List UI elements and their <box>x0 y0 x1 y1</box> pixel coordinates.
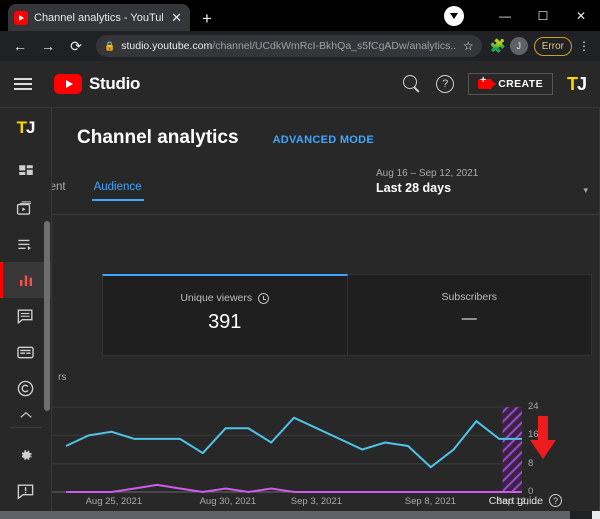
extensions-icon[interactable]: 🧩 <box>490 38 506 54</box>
tab-engagement[interactable]: ment <box>52 177 68 201</box>
address-bar[interactable]: 🔒 studio.youtube.com/channel/UCdkWmRcI-B… <box>96 35 482 57</box>
camera-plus-icon <box>478 76 497 89</box>
analytics-icon <box>19 275 32 286</box>
help-icon[interactable]: ? <box>436 75 455 93</box>
gear-icon <box>21 449 32 460</box>
sidebar-avatar-initial-2: J <box>25 118 36 137</box>
chart-plot-area[interactable] <box>52 396 600 496</box>
incomplete-data-region <box>502 407 522 492</box>
metric-label-text: Subscribers <box>441 291 497 303</box>
account-avatar[interactable]: J <box>509 37 528 55</box>
metric-card-value: 391 <box>208 311 242 333</box>
metric-card-subscribers[interactable]: Subscribers — <box>347 274 592 356</box>
sidebar-avatar-initial-1: T <box>16 118 27 137</box>
avatar-initial-1: T <box>566 73 578 94</box>
close-icon[interactable]: ✕ <box>169 11 184 24</box>
dashboard-icon <box>18 165 33 175</box>
sidebar-divider <box>9 427 42 428</box>
studio-header-actions: ? CREATE TJ <box>403 73 587 95</box>
metric-card-label: Subscribers <box>442 291 497 303</box>
error-badge[interactable]: Error <box>533 36 572 56</box>
chart-series-subscribers <box>66 483 522 494</box>
profile-chip-icon[interactable] <box>444 5 464 26</box>
metric-card-value: — <box>461 310 477 327</box>
help-icon[interactable]: ? <box>549 494 562 507</box>
metric-cards: Unique viewers 391 Subscribers — <box>102 274 592 356</box>
minimize-button[interactable]: — <box>486 0 524 31</box>
sidebar-item-settings[interactable] <box>0 437 52 473</box>
url-domain: studio.youtube.com <box>121 40 213 52</box>
url-text: studio.youtube.com/channel/UCdkWmRcI-Bkh… <box>121 40 457 52</box>
playlist-icon <box>18 239 32 250</box>
analytics-content: Channel analytics ADVANCED MODE ment Aud… <box>52 108 600 519</box>
chart-series-label: rs <box>58 372 67 383</box>
maximize-button[interactable]: ☐ <box>524 0 562 31</box>
avatar-initial-2: J <box>576 73 587 94</box>
analytics-tabs: ment Audience <box>52 177 368 215</box>
browser-menu-icon[interactable]: ⋮ <box>576 39 592 53</box>
metric-card-unique-viewers[interactable]: Unique viewers 391 <box>102 274 348 356</box>
back-button[interactable]: ← <box>8 34 32 58</box>
metric-card-label: Unique viewers <box>180 292 270 304</box>
studio-logo-text: Studio <box>89 74 141 93</box>
date-range-picker[interactable]: Aug 16 – Sep 12, 2021 Last 28 days ▾ <box>376 168 588 195</box>
date-range-label: Last 28 days <box>376 181 452 195</box>
x-axis-tick: Sep 8, 2021 <box>404 496 457 507</box>
avatar[interactable]: TJ <box>566 73 587 95</box>
browser-tab[interactable]: Channel analytics - YouTube Stud ✕ <box>8 4 190 31</box>
x-axis-tick: Aug 30, 2021 <box>199 496 257 507</box>
comment-icon <box>17 308 33 324</box>
advanced-mode-link[interactable]: ADVANCED MODE <box>273 134 374 146</box>
chevron-up-icon <box>19 411 32 418</box>
browser-toolbar: ← → ⟳ 🔒 studio.youtube.com/channel/UCdkW… <box>0 31 600 61</box>
y-axis-tick: 24 <box>528 401 539 413</box>
sidebar-item-dashboard[interactable] <box>0 154 52 190</box>
chevron-down-icon[interactable]: ▾ <box>583 185 588 196</box>
clock-icon <box>258 292 270 304</box>
copyright-icon <box>17 380 34 396</box>
bookmark-star-icon[interactable]: ☆ <box>463 39 474 53</box>
studio-logo[interactable]: Studio <box>54 74 140 94</box>
lock-icon: 🔒 <box>104 40 116 51</box>
metric-label-text: Unique viewers <box>180 292 253 304</box>
subtitles-icon <box>17 346 34 358</box>
page-scrollbar[interactable] <box>44 221 50 411</box>
x-axis-tick: Sep 3, 2021 <box>290 496 343 507</box>
create-button[interactable]: CREATE <box>468 73 553 95</box>
window-controls: — ☐ ✕ <box>444 0 600 31</box>
window-close-button[interactable]: ✕ <box>562 0 600 31</box>
x-axis-tick: Aug 25, 2021 <box>85 496 143 507</box>
scrollbar-corner <box>592 511 600 519</box>
forward-button[interactable]: → <box>36 34 60 58</box>
hamburger-menu-icon[interactable] <box>14 78 32 90</box>
browser-tab-title: Channel analytics - YouTube Stud <box>34 11 163 24</box>
youtube-studio-page: Studio ? CREATE TJ TJ <box>0 61 600 519</box>
horizontal-scrollbar-track <box>0 511 600 519</box>
video-icon <box>16 200 32 215</box>
horizontal-scrollbar-thumb[interactable] <box>0 511 570 519</box>
sidebar-avatar[interactable]: TJ <box>16 118 36 138</box>
studio-header: Studio ? CREATE TJ <box>0 61 600 108</box>
url-path: /channel/UCdkWmRcI-BkhQa_s5fCgADw/analyt… <box>212 40 457 52</box>
create-button-label: CREATE <box>498 78 543 90</box>
reload-button[interactable]: ⟳ <box>64 34 88 58</box>
sidebar-item-send-feedback[interactable] <box>0 473 52 509</box>
title-row: Channel analytics ADVANCED MODE <box>77 127 374 149</box>
page-title: Channel analytics <box>77 127 239 148</box>
date-range-subtitle: Aug 16 – Sep 12, 2021 <box>376 168 479 179</box>
red-arrow-annotation <box>530 416 556 459</box>
youtube-favicon-icon <box>14 10 28 25</box>
new-tab-button[interactable]: + <box>202 10 212 27</box>
browser-window: Channel analytics - YouTube Stud ✕ + — ☐… <box>0 0 600 519</box>
youtube-play-icon <box>54 74 82 94</box>
sidebar-item-content[interactable] <box>0 190 52 226</box>
search-icon[interactable] <box>403 74 422 94</box>
tab-audience[interactable]: Audience <box>91 177 144 201</box>
chart-series-unique-viewers <box>65 416 522 469</box>
chart-guide-link[interactable]: Chart guide ? <box>489 494 562 507</box>
browser-tabstrip: Channel analytics - YouTube Stud ✕ + — ☐… <box>0 0 600 31</box>
chart-guide-label: Chart guide <box>488 494 543 507</box>
feedback-icon <box>17 483 34 500</box>
tabs-divider <box>52 214 600 215</box>
